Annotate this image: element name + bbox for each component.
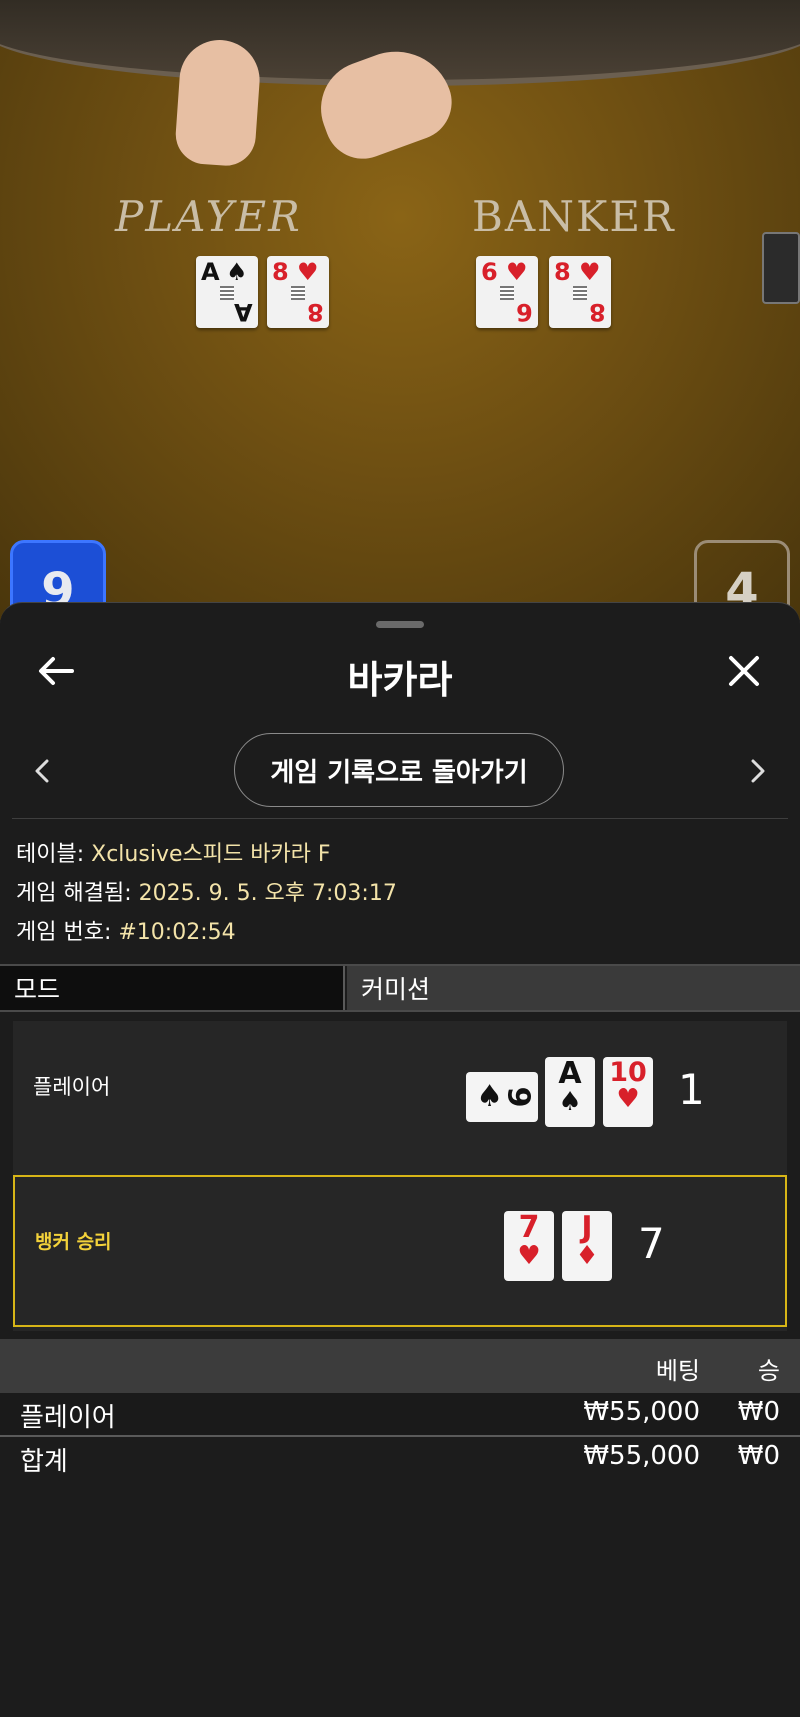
tab-commission[interactable]: 커미션 (347, 966, 800, 1010)
player-row-label: 플레이어 (33, 1075, 111, 1099)
card-rank: A (558, 1056, 582, 1091)
resolved-info-value: 2025. 9. 5. 오후 7:03:17 (138, 881, 397, 906)
card-rank: 10 (609, 1057, 647, 1088)
chevron-right-icon (751, 759, 765, 783)
card-rank: 9 (500, 1086, 536, 1108)
card-suit: ♠ (226, 258, 248, 286)
banker-result-row: 뱅커 승리 7 ♥ J ♦ 7 (13, 1175, 787, 1327)
sheet-header: 바카라 (0, 643, 800, 702)
card-suit: ♥ (579, 258, 601, 286)
card-suit: ♠ (476, 1079, 504, 1114)
card-rank: 6 (481, 258, 498, 286)
bets-table: 베팅 승 플레이어 ₩55,000 ₩0 합계 ₩55,000 ₩0 (0, 1339, 800, 1479)
card-suit: ♥ (506, 258, 528, 286)
chevron-left-icon (35, 759, 49, 783)
game-navigation: 게임 기록으로 돌아가기 (0, 731, 800, 811)
close-icon (729, 656, 759, 686)
table-row: 플레이어 ₩55,000 ₩0 (0, 1393, 800, 1437)
card-rank: 8 (554, 258, 571, 286)
card-rank: 8 (307, 298, 324, 326)
live-video-feed: PLAYER BANKER A ♠ A 8 ♥ 8 6 ♥ 6 8 ♥ 8 9 … (0, 0, 800, 620)
total-bet: ₩55,000 (583, 1441, 700, 1471)
total-row: 합계 ₩55,000 ₩0 (0, 1437, 800, 1479)
total-label: 합계 (20, 1447, 68, 1477)
result-panel: 플레이어 ♠ 9 A ♠ 10 ♥ 1 뱅커 승리 7 ♥ J ♦ 7 (13, 1021, 787, 1331)
previous-game-button[interactable] (22, 751, 62, 791)
divider (12, 818, 788, 819)
result-card: 10 ♥ (603, 1057, 653, 1127)
sheet-title: 바카라 (347, 658, 453, 702)
table-banker-label: BANKER (472, 192, 676, 241)
game-number-value: #10:02:54 (118, 920, 236, 945)
card-suit: ♠ (558, 1087, 582, 1117)
column-bet: 베팅 (655, 1357, 700, 1385)
result-card: J ♦ (562, 1211, 612, 1281)
card-rank: 8 (272, 258, 289, 286)
game-number-line: 게임 번호: #10:02:54 (16, 913, 397, 952)
game-number-key: 게임 번호: (16, 920, 119, 945)
table-player-label: PLAYER (115, 192, 302, 241)
table-info-value: Xclusive스피드 바카라 F (91, 842, 331, 867)
table-info-key: 테이블: (16, 842, 92, 867)
card-shoe (762, 232, 800, 304)
card-suit: ♦ (575, 1241, 599, 1271)
tab-mode[interactable]: 모드 (0, 966, 345, 1010)
win-amount: ₩0 (737, 1397, 780, 1427)
result-card-sideways: ♠ 9 (466, 1072, 538, 1122)
card-rank: 8 (589, 298, 606, 326)
resolved-info-line: 게임 해결됨: 2025. 9. 5. 오후 7:03:17 (16, 874, 397, 913)
player-hand-total: 1 (678, 1065, 705, 1114)
next-game-button[interactable] (738, 751, 778, 791)
detail-tabs: 모드 커미션 (0, 964, 800, 1012)
table-card: 8 ♥ 8 (267, 256, 329, 328)
card-suit: ♥ (616, 1084, 640, 1114)
bet-name: 플레이어 (20, 1403, 116, 1433)
player-result-row: 플레이어 ♠ 9 A ♠ 10 ♥ 1 (13, 1021, 787, 1173)
result-card: A ♠ (545, 1057, 595, 1127)
card-rank: A (201, 258, 220, 286)
card-rank: A (234, 298, 253, 326)
bet-amount: ₩55,000 (583, 1397, 700, 1427)
dealer-left-hand (173, 37, 263, 168)
column-win: 승 (757, 1357, 780, 1385)
bets-table-header: 베팅 승 (0, 1339, 800, 1393)
card-rank: J (581, 1210, 593, 1245)
card-suit: ♥ (297, 258, 319, 286)
banker-hand-total: 7 (638, 1219, 665, 1268)
back-to-history-button[interactable]: 게임 기록으로 돌아가기 (234, 733, 564, 807)
resolved-info-key: 게임 해결됨: (16, 881, 139, 906)
banker-win-label: 뱅커 승리 (35, 1231, 112, 1253)
close-button[interactable] (722, 649, 766, 693)
game-info: 테이블: Xclusive스피드 바카라 F 게임 해결됨: 2025. 9. … (16, 835, 397, 952)
table-card: 8 ♥ 8 (549, 256, 611, 328)
table-card: A ♠ A (196, 256, 258, 328)
table-info-line: 테이블: Xclusive스피드 바카라 F (16, 835, 397, 874)
card-rank: 7 (518, 1210, 540, 1245)
result-card: 7 ♥ (504, 1211, 554, 1281)
card-suit: ♥ (517, 1241, 541, 1271)
total-win: ₩0 (737, 1441, 780, 1471)
game-detail-sheet: 바카라 게임 기록으로 돌아가기 테이블: Xclusive스피드 바카라 F … (0, 602, 800, 1717)
card-rank: 6 (516, 298, 533, 326)
table-card: 6 ♥ 6 (476, 256, 538, 328)
drag-handle[interactable] (376, 621, 424, 628)
